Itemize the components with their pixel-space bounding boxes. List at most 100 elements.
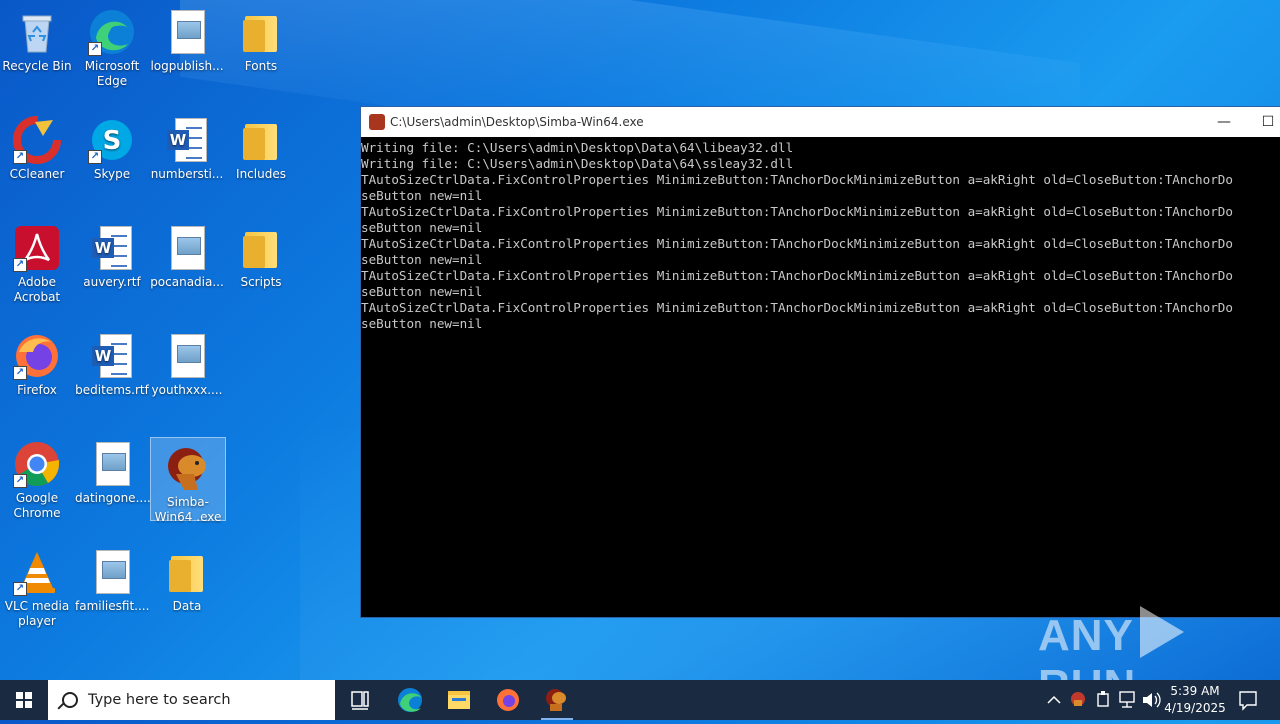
clock-date: 4/19/2025 [1164,701,1226,715]
console-window[interactable]: C:\Users\admin\Desktop\Simba-Win64.exe —… [360,106,1280,618]
console-title: C:\Users\admin\Desktop\Simba-Win64.exe [390,115,644,129]
shortcut-arrow-icon: ↗ [88,150,102,164]
icon-label: numbersti... [150,167,224,181]
word-document-icon: W [88,332,136,380]
console-line: seButton new=nil [361,252,483,267]
image-file-icon [163,8,211,56]
icon-label: Google Chrome [13,491,61,520]
icon-label: VLC media player [4,599,70,628]
task-view-button[interactable] [336,680,384,720]
desktop-icon-logpublish[interactable]: logpublish... [150,2,224,74]
shortcut-arrow-icon: ↗ [13,474,27,488]
volume-icon [1143,692,1161,708]
desktop-icon-familiesfit[interactable]: familiesfit.... [75,542,149,614]
file-explorer-icon [448,691,470,709]
console-line: seButton new=nil [361,284,483,299]
desktop-icon-beditems-rtf[interactable]: W beditems.rtf [75,326,149,398]
image-file-icon [88,440,136,488]
icon-label: Adobe Acrobat [13,275,61,304]
desktop-icon-auvery-rtf[interactable]: W auvery.rtf [75,218,149,290]
watermark-text-left: ANY [1038,611,1134,660]
folder-icon [237,224,285,272]
word-document-icon: W [88,224,136,272]
windows-logo-icon [16,692,32,708]
console-line: TAutoSizeCtrlData.FixControlProperties M… [361,268,1233,283]
icon-label: logpublish... [150,59,224,73]
icon-label: Fonts [244,59,278,73]
taskbar-firefox-button[interactable] [484,680,532,720]
desktop-icon-adobe-acrobat[interactable]: ↗ Adobe Acrobat [0,218,74,305]
edge-icon: ↗ [88,8,136,56]
desktop-icon-firefox[interactable]: ↗ Firefox [0,326,74,398]
console-title-bar[interactable]: C:\Users\admin\Desktop\Simba-Win64.exe —… [361,107,1280,137]
desktop-icon-microsoft-edge[interactable]: ↗ Microsoft Edge [75,2,149,89]
desktop-icon-youthxxx[interactable]: youthxxx.... [150,326,224,398]
firefox-icon [497,689,519,711]
console-line: seButton new=nil [361,316,483,331]
console-line: seButton new=nil [361,220,483,235]
console-output[interactable]: Writing file: C:\Users\admin\Desktop\Dat… [361,137,1280,332]
desktop-icon-pocanadia[interactable]: pocanadia... [150,218,224,290]
minimize-button[interactable]: — [1201,107,1247,137]
taskbar: Type here to search 5:39 AM 4/19/2025 [0,680,1280,720]
desktop: Recycle Bin ↗ CCleaner ↗ Adobe Acrobat ↗… [0,0,1280,680]
vlc-icon: ↗ [13,548,61,596]
show-hidden-icons-button[interactable] [1044,680,1064,720]
icon-label: CCleaner [9,167,65,181]
desktop-icon-scripts-folder[interactable]: Scripts [224,218,298,290]
search-placeholder: Type here to search [88,692,231,708]
recycle-bin-icon [13,8,61,56]
search-icon [62,692,78,708]
desktop-icon-data-folder[interactable]: Data [150,542,224,614]
desktop-icon-skype[interactable]: S ↗ Skype [75,110,149,182]
shortcut-arrow-icon: ↗ [13,150,27,164]
notification-icon [1239,691,1257,711]
desktop-icon-numbersti[interactable]: W numbersti... [150,110,224,182]
taskbar-search-box[interactable]: Type here to search [48,680,335,720]
image-file-icon [88,548,136,596]
icon-label: Scripts [240,275,282,289]
taskbar-edge-button[interactable] [386,680,434,720]
simba-app-icon [369,114,385,130]
taskbar-file-explorer-button[interactable] [435,680,483,720]
console-line: TAutoSizeCtrlData.FixControlProperties M… [361,300,1233,315]
desktop-icon-google-chrome[interactable]: ↗ Google Chrome [0,434,74,521]
tray-volume-button[interactable] [1140,680,1162,720]
desktop-icon-vlc[interactable]: ↗ VLC media player [0,542,74,629]
folder-icon [237,116,285,164]
skype-icon: S ↗ [88,116,136,164]
console-line: Writing file: C:\Users\admin\Desktop\Dat… [361,156,794,171]
simba-lion-icon [164,444,212,492]
tray-network-button[interactable] [1116,680,1138,720]
tray-simba-button[interactable] [1068,680,1088,720]
desktop-icon-ccleaner[interactable]: ↗ CCleaner [0,110,74,182]
chevron-up-icon [1047,695,1061,704]
taskbar-simba-button[interactable] [533,680,581,720]
console-line: seButton new=nil [361,188,483,203]
icon-label: Simba-Win64 .exe [154,495,222,524]
clock-time: 5:39 AM [1170,684,1220,698]
play-logo-icon [1139,606,1184,658]
folder-icon [163,548,211,596]
shortcut-arrow-icon: ↗ [13,582,27,596]
ccleaner-icon: ↗ [13,116,61,164]
icon-label: Skype [93,167,131,181]
icon-label: familiesfit.... [75,599,150,613]
usb-icon [1097,691,1109,707]
desktop-icon-recycle-bin[interactable]: Recycle Bin [0,2,74,74]
icon-label: Recycle Bin [2,59,72,73]
maximize-button[interactable]: ☐ [1245,107,1280,137]
icon-label: youthxxx.... [151,383,223,397]
network-icon [1119,691,1135,708]
taskbar-clock[interactable]: 5:39 AM 4/19/2025 [1160,683,1230,717]
desktop-icon-fonts-folder[interactable]: Fonts [224,2,298,74]
notifications-button[interactable] [1234,680,1262,720]
tray-usb-button[interactable] [1092,680,1114,720]
desktop-icon-datingone[interactable]: datingone.... [75,434,151,506]
folder-icon [237,8,285,56]
desktop-icon-simba-win64[interactable]: Simba-Win64 .exe [150,437,226,524]
start-button[interactable] [0,680,48,720]
chrome-icon: ↗ [13,440,61,488]
desktop-icon-includes-folder[interactable]: Includes [224,110,298,182]
console-line: TAutoSizeCtrlData.FixControlProperties M… [361,236,1233,251]
